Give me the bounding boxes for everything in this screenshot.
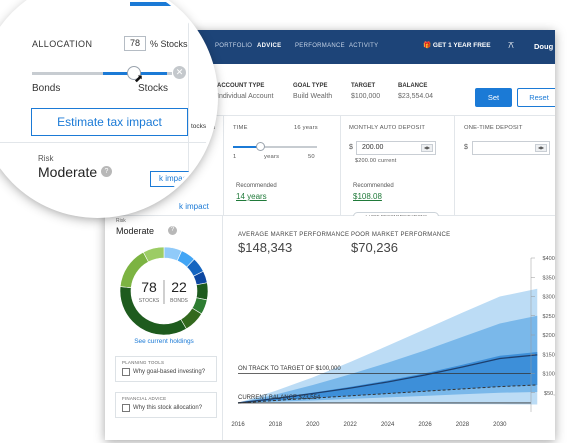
- allocation-input[interactable]: 78: [124, 36, 146, 51]
- y-tick-label: $200,000: [543, 333, 555, 339]
- magnifier-risk-label: Risk: [38, 154, 54, 163]
- help-icon[interactable]: ?: [168, 226, 177, 235]
- monthly-recommended-value[interactable]: $108.08: [353, 192, 382, 201]
- time-slider-unit: years: [264, 154, 280, 160]
- bonds-percentage: 22: [171, 279, 187, 295]
- x-tick-label: 2028: [456, 422, 470, 428]
- x-tick-label: 2020: [306, 422, 320, 428]
- y-tick-label: $50,000: [544, 391, 555, 397]
- bell-icon[interactable]: ⚻: [508, 40, 514, 51]
- monthly-deposit-stepper[interactable]: ◀▶: [421, 144, 433, 152]
- see-holdings-link[interactable]: See current holdings: [105, 338, 223, 345]
- planning-tools-link[interactable]: Why goal-based investing?: [133, 369, 205, 375]
- y-tick-label: $100,000: [543, 372, 555, 378]
- get-free-year-link[interactable]: 🎁 GET 1 YEAR FREE: [423, 41, 491, 49]
- balance-label: BALANCE: [398, 83, 428, 89]
- estimate-tax-impact-button[interactable]: Estimate tax impact: [31, 108, 188, 136]
- target-value: $100,000: [351, 93, 381, 100]
- goal-type-value: Build Wealth: [293, 93, 333, 100]
- time-slider-min: 1: [233, 154, 237, 160]
- stocks-percentage: 78: [141, 279, 157, 295]
- gift-icon: 🎁: [423, 42, 432, 49]
- time-value: 16 years: [294, 125, 318, 131]
- column-divider: [340, 116, 341, 216]
- stocks-partial-label: tocks: [191, 123, 207, 130]
- donut-stocks-segment: [195, 282, 209, 301]
- magnifier-overlay: ALLOCATION 78 % Stocks ⬈ ✕ Bonds Stocks …: [0, 0, 215, 215]
- bonds-caption: BONDS: [170, 298, 188, 304]
- magnifier-risk-value: Moderate: [38, 164, 98, 180]
- x-tick-label: 2016: [231, 422, 245, 428]
- account-type-label: ACCOUNT TYPE: [217, 83, 265, 89]
- monthly-recommended-label: Recommended: [353, 183, 394, 189]
- pct-stocks-label: % Stocks: [150, 39, 188, 49]
- goal-type-label: GOAL TYPE: [293, 83, 328, 89]
- risk-label: Risk: [116, 218, 126, 224]
- document-icon: [122, 404, 130, 412]
- projection-panel: AVERAGE MARKET PERFORMANCE $148,343 POOR…: [223, 216, 555, 440]
- target-label: TARGET: [351, 83, 376, 89]
- x-tick-label: 2022: [344, 422, 358, 428]
- time-recommended-value[interactable]: 14 years: [236, 192, 267, 201]
- document-icon: [122, 368, 130, 376]
- time-slider-thumb[interactable]: [256, 142, 265, 151]
- financial-advice-box[interactable]: FINANCIAL ADVICE Why this stock allocati…: [115, 392, 217, 418]
- close-icon[interactable]: ✕: [173, 66, 186, 79]
- planning-tools-box[interactable]: PLANNING TOOLS Why goal-based investing?: [115, 356, 217, 382]
- financial-advice-link[interactable]: Why this stock allocation?: [133, 405, 202, 411]
- on-track-label: ON TRACK TO TARGET OF $100,000: [238, 366, 341, 372]
- nav-item-advice[interactable]: ADVICE: [257, 43, 281, 49]
- y-tick-label: $350,000: [543, 275, 555, 281]
- onetime-currency: $: [464, 144, 469, 151]
- reset-button[interactable]: Reset: [517, 88, 555, 107]
- risk-value: Moderate: [116, 226, 155, 236]
- time-recommended-label: Recommended: [236, 183, 277, 189]
- bonds-label: Bonds: [32, 83, 61, 94]
- monthly-current-note: $200.00 current: [355, 158, 397, 164]
- stage: ER PORTFOLIO ADVICE PERFORMANCE ACTIVITY…: [0, 0, 576, 443]
- y-tick-label: $400,000: [543, 256, 555, 262]
- financial-advice-heading: FINANCIAL ADVICE: [122, 396, 167, 401]
- help-icon[interactable]: ?: [101, 166, 112, 177]
- allocation-panel: Risk Moderate ? 78 STOCKS 22 BONDS See c…: [105, 216, 223, 440]
- time-slider-max: 50: [308, 154, 315, 160]
- onetime-deposit-stepper[interactable]: ◀▶: [535, 144, 547, 152]
- planning-tools-heading: PLANNING TOOLS: [122, 360, 165, 365]
- x-tick-label: 2030: [493, 422, 507, 428]
- get-free-year-label: GET 1 YEAR FREE: [432, 42, 491, 49]
- time-label: TIME: [233, 125, 248, 131]
- estimate-partial-button[interactable]: k impact: [150, 171, 215, 187]
- monthly-deposit-label: MONTHLY AUTO DEPOSIT: [349, 125, 426, 131]
- y-tick-label: $300,000: [543, 295, 555, 301]
- onetime-deposit-label: ONE-TIME DEPOSIT: [464, 125, 523, 131]
- nav-item-performance[interactable]: PERFORMANCE: [295, 43, 345, 49]
- allocation-donut: 78 STOCKS 22 BONDS: [119, 246, 209, 336]
- y-tick-label: $250,000: [543, 314, 555, 320]
- stocks-caption: STOCKS: [139, 298, 160, 304]
- x-tick-label: 2026: [418, 422, 432, 428]
- x-tick-label: 2018: [269, 422, 283, 428]
- projection-chart: $50,000 $100,000 $150,000 $200,000 $250,000 $…: [231, 256, 555, 428]
- set-button[interactable]: Set: [475, 88, 512, 107]
- balance-value: $23,554.04: [398, 93, 434, 100]
- magnifier-divider: [0, 142, 215, 143]
- nav-item-portfolio[interactable]: PORTFOLIO: [215, 43, 252, 49]
- nav-item-activity[interactable]: ACTIVITY: [349, 43, 378, 49]
- account-type-value: Individual Account: [217, 93, 274, 100]
- allocation-label: ALLOCATION: [32, 39, 93, 49]
- user-name[interactable]: Doug: [534, 42, 553, 51]
- y-tick-label: $150,000: [543, 352, 555, 358]
- x-tick-label: 2024: [381, 422, 395, 428]
- current-balance-label: CURRENT BALANCE $23,554: [238, 395, 321, 401]
- stocks-label: Stocks: [138, 83, 169, 94]
- column-divider: [223, 116, 224, 216]
- monthly-currency: $: [349, 144, 354, 151]
- column-divider: [454, 116, 455, 216]
